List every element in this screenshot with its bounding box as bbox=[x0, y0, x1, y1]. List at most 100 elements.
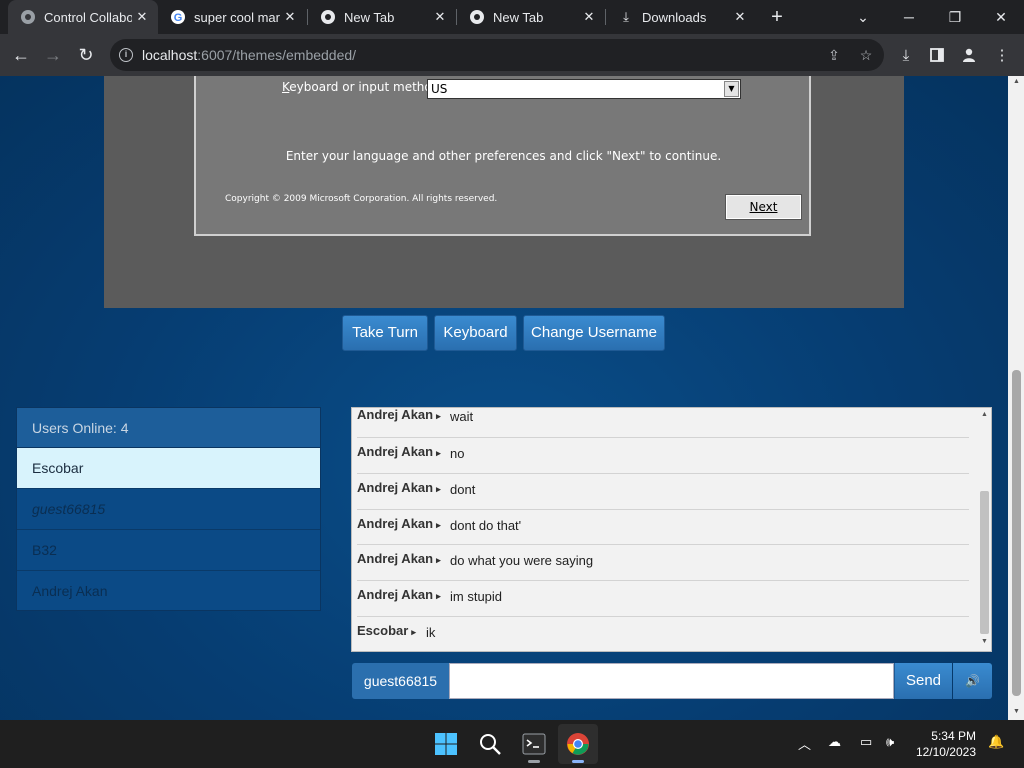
chat-message-text: no bbox=[450, 446, 465, 461]
globe-icon bbox=[20, 9, 36, 25]
send-button[interactable]: Send bbox=[894, 663, 952, 699]
current-username-label[interactable]: guest66815 bbox=[352, 663, 449, 699]
onedrive-offline-icon[interactable]: ☁ bbox=[828, 734, 841, 750]
network-volume-icon[interactable]: 🕪 bbox=[886, 734, 894, 750]
new-tab-icon[interactable]: + bbox=[764, 4, 790, 30]
bookmark-star-icon[interactable]: ☆ bbox=[858, 47, 874, 63]
chat-message-user: Andrej Akan ▸ bbox=[357, 407, 441, 422]
share-icon[interactable]: ⇪ bbox=[826, 47, 842, 63]
chat-message: Andrej Akan ▸ wait bbox=[357, 407, 969, 438]
minimize-icon[interactable]: ─ bbox=[886, 0, 932, 34]
tab-title: Downloads bbox=[642, 9, 707, 25]
notification-bell-icon[interactable]: 🔔 bbox=[988, 734, 1004, 750]
close-tab-icon[interactable]: ✕ bbox=[579, 9, 599, 25]
google-icon: G bbox=[170, 9, 186, 25]
speaker-icon[interactable]: 🔊 bbox=[953, 663, 992, 699]
downloads-icon[interactable]: ⤓ bbox=[893, 42, 919, 68]
url-host: localhost bbox=[142, 47, 198, 63]
tab-downloads[interactable]: ⤓ Downloads ✕ bbox=[606, 0, 756, 34]
close-tab-icon[interactable]: ✕ bbox=[430, 9, 450, 25]
running-indicator bbox=[528, 760, 540, 763]
keyboard-button[interactable]: Keyboard bbox=[434, 315, 517, 351]
forward-icon[interactable]: → bbox=[40, 42, 66, 68]
chat-message: Escobar ▸ ik bbox=[357, 617, 969, 651]
tab-search-icon[interactable]: ⌄ bbox=[840, 0, 886, 34]
chat-scrollbar[interactable]: ▲ ▼ bbox=[977, 408, 991, 651]
terminal-icon[interactable] bbox=[514, 724, 554, 764]
tab-super-cool[interactable]: G super cool mar ✕ bbox=[158, 0, 306, 34]
vm-screen[interactable]: Keyboard or input method: US ▼ Enter you… bbox=[104, 76, 904, 308]
chat-message-text: wait bbox=[450, 409, 474, 424]
setup-hint: Enter your language and other preference… bbox=[285, 149, 722, 163]
tray-overflow-icon[interactable]: ︿ bbox=[798, 734, 811, 753]
back-icon[interactable]: ← bbox=[8, 42, 34, 68]
close-tab-icon[interactable]: ✕ bbox=[280, 9, 300, 25]
page-content: Keyboard or input method: US ▼ Enter you… bbox=[0, 76, 1008, 720]
close-tab-icon[interactable]: ✕ bbox=[730, 9, 750, 25]
menu-kebab-icon[interactable]: ⋮ bbox=[989, 42, 1015, 68]
tab-title: super cool mar bbox=[194, 9, 280, 25]
chat-message-user: Andrej Akan ▸ bbox=[357, 587, 441, 602]
user-item-andrej[interactable]: Andrej Akan bbox=[17, 571, 320, 612]
scroll-down-icon[interactable]: ▼ bbox=[979, 638, 990, 645]
chat-message: Andrej Akan ▸ do what you were saying bbox=[357, 545, 969, 581]
chat-message-text: ik bbox=[426, 625, 436, 640]
side-panel-icon[interactable] bbox=[924, 42, 950, 68]
chrome-taskbar-icon[interactable] bbox=[558, 724, 598, 764]
chat-message: Andrej Akan ▸ dont do that' bbox=[357, 510, 969, 545]
dropdown-arrow-icon[interactable]: ▼ bbox=[724, 81, 739, 97]
take-turn-button[interactable]: Take Turn bbox=[342, 315, 428, 351]
user-item-escobar[interactable]: Escobar bbox=[17, 448, 320, 489]
chat-scroll-thumb[interactable] bbox=[980, 491, 989, 634]
windows-setup-dialog: Keyboard or input method: US ▼ Enter you… bbox=[194, 76, 811, 236]
tab-new-tab-2[interactable]: New Tab ✕ bbox=[457, 0, 605, 34]
keyboard-select[interactable]: US ▼ bbox=[427, 79, 741, 99]
site-info-icon[interactable]: i bbox=[119, 48, 133, 62]
chat-message: Andrej Akan ▸ no bbox=[357, 438, 969, 474]
scroll-up-icon[interactable]: ▲ bbox=[1012, 78, 1021, 85]
close-window-icon[interactable]: ✕ bbox=[978, 0, 1024, 34]
chat-input-field[interactable] bbox=[449, 663, 894, 699]
restore-icon[interactable]: ❐ bbox=[932, 0, 978, 34]
copyright-text: Copyright © 2009 Microsoft Corporation. … bbox=[225, 194, 498, 204]
address-bar[interactable]: i localhost:6007/themes/embedded/ ⇪ ☆ bbox=[110, 39, 884, 71]
reload-icon[interactable]: ↻ bbox=[73, 42, 99, 68]
user-item-b32[interactable]: B32 bbox=[17, 530, 320, 571]
chat-message-user: Escobar ▸ bbox=[357, 623, 416, 638]
chat-message-user: Andrej Akan ▸ bbox=[357, 551, 441, 566]
chrome-icon bbox=[469, 9, 485, 25]
next-button[interactable]: Next bbox=[725, 194, 802, 220]
browser-tab-strip: Control Collabo ✕ G super cool mar ✕ New… bbox=[0, 0, 1024, 34]
scroll-down-icon[interactable]: ▼ bbox=[1012, 708, 1021, 715]
clock-time: 5:34 PM bbox=[931, 729, 976, 743]
windows-start-icon[interactable] bbox=[426, 724, 466, 764]
system-clock[interactable]: 5:34 PM 12/10/2023 bbox=[912, 728, 976, 760]
chat-message: Andrej Akan ▸ dont bbox=[357, 474, 969, 510]
windows-taskbar: ︿ ☁ ▭ 🕪 5:34 PM 12/10/2023 🔔 bbox=[0, 720, 1024, 768]
tab-control-collab[interactable]: Control Collabo ✕ bbox=[8, 0, 158, 34]
chat-message-text: dont bbox=[450, 482, 476, 497]
scroll-up-icon[interactable]: ▲ bbox=[979, 411, 990, 418]
keyboard-select-value: US bbox=[431, 82, 448, 96]
clock-date: 12/10/2023 bbox=[915, 745, 976, 759]
tab-title: New Tab bbox=[493, 9, 544, 25]
chat-message: Andrej Akan ▸ im stupid bbox=[357, 581, 969, 617]
url-path: :6007/themes/embedded/ bbox=[197, 47, 357, 63]
profile-icon[interactable] bbox=[956, 42, 982, 68]
tab-new-tab-1[interactable]: New Tab ✕ bbox=[308, 0, 456, 34]
page-scrollbar[interactable]: ▲ ▼ bbox=[1008, 76, 1024, 720]
chat-message-user: Andrej Akan ▸ bbox=[357, 444, 441, 459]
display-icon[interactable]: ▭ bbox=[860, 734, 872, 750]
chat-message-text: dont do that' bbox=[450, 518, 522, 533]
page-scroll-thumb[interactable] bbox=[1012, 370, 1021, 696]
user-item-guest[interactable]: guest66815 bbox=[17, 489, 320, 530]
search-icon[interactable] bbox=[470, 724, 510, 764]
close-tab-icon[interactable]: ✕ bbox=[132, 9, 152, 25]
chat-message-user: Andrej Akan ▸ bbox=[357, 516, 441, 531]
chat-log[interactable]: Andrej Akan ▸ wait Andrej Akan ▸ no Andrej… bbox=[351, 407, 992, 652]
svg-text:G: G bbox=[174, 12, 183, 24]
users-online-panel: Users Online: 4 Escobar guest66815 B32 A… bbox=[16, 407, 321, 611]
change-username-button[interactable]: Change Username bbox=[523, 315, 665, 351]
chat-message-user: Andrej Akan ▸ bbox=[357, 480, 441, 495]
keyboard-label: Keyboard or input method: bbox=[282, 80, 444, 94]
